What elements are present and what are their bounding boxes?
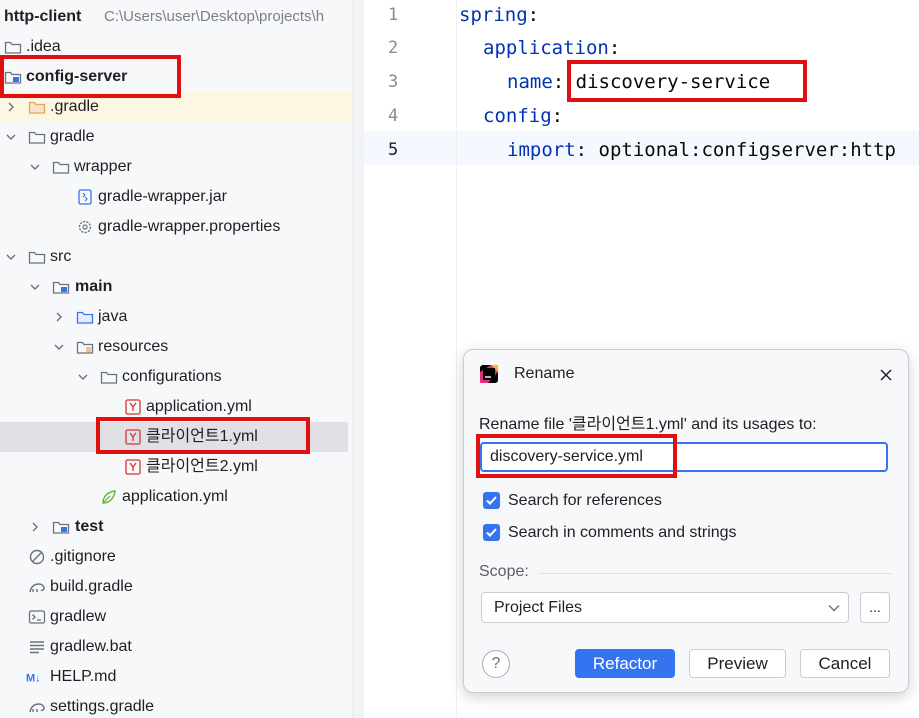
tree-item-settings-gradle[interactable]: settings.gradle: [0, 692, 352, 718]
folder-icon: [28, 101, 46, 114]
folder-icon: [28, 131, 46, 144]
refactor-button[interactable]: Refactor: [575, 649, 675, 678]
tree-item-client2-yml[interactable]: 클라이언트2.yml: [0, 452, 352, 482]
jar-file-icon: [78, 189, 92, 205]
project-name: http-client: [4, 8, 82, 25]
tree-item-gradlew-bat[interactable]: gradlew.bat: [0, 632, 352, 662]
tree-item-config-server[interactable]: config-server: [0, 62, 352, 92]
svg-text:M↓: M↓: [26, 673, 41, 685]
folder-icon: [52, 161, 70, 174]
folder-icon: [76, 311, 94, 324]
module-folder-icon: [52, 521, 70, 534]
module-folder-icon: [4, 71, 22, 84]
cancel-button[interactable]: Cancel: [800, 649, 890, 678]
code-line-1: spring:: [459, 4, 540, 26]
search-references-checkbox[interactable]: [483, 492, 500, 509]
tree-item-application-yml[interactable]: application.yml: [0, 392, 352, 422]
chevron-down-icon[interactable]: [6, 252, 16, 262]
gradle-icon: [29, 583, 45, 593]
line-gutter: 1 2 3 4 5: [364, 0, 456, 718]
chevron-down-icon[interactable]: [6, 132, 16, 142]
scope-more-button[interactable]: ...: [860, 592, 890, 623]
tree-item-main[interactable]: main: [0, 272, 352, 302]
code-line-4: config:: [483, 105, 564, 127]
tree-item-java[interactable]: java: [0, 302, 352, 332]
line-number: 4: [388, 106, 399, 126]
gutter-separator: [456, 0, 457, 718]
scope-select[interactable]: Project Files: [481, 592, 849, 623]
module-folder-icon: [52, 281, 70, 294]
chevron-down-icon: [828, 605, 840, 612]
chevron-right-icon[interactable]: [30, 522, 40, 532]
project-path: C:\Users\user\Desktop\projects\h: [104, 8, 325, 25]
tree-item-resources[interactable]: resources: [0, 332, 352, 362]
tree-item-dot-gradle[interactable]: .gradle: [0, 92, 352, 122]
tree-item-gradle[interactable]: gradle: [0, 122, 352, 152]
tree-item-gitignore[interactable]: .gitignore: [0, 542, 352, 572]
line-number: 2: [388, 38, 399, 58]
tree-item-help-md[interactable]: M↓ HELP.md: [0, 662, 352, 692]
resources-folder-icon: [76, 341, 94, 354]
tree-item-idea[interactable]: .idea: [0, 32, 352, 62]
line-number: 3: [388, 72, 399, 92]
new-name-input[interactable]: [480, 442, 888, 472]
panel-splitter[interactable]: [352, 0, 364, 718]
code-line-3: name: discovery-service: [507, 71, 771, 93]
preview-button[interactable]: Preview: [689, 649, 786, 678]
tree-item-gradle-wrapper-properties[interactable]: gradle-wrapper.properties: [0, 212, 352, 242]
yaml-file-icon: [125, 429, 141, 445]
jetbrains-icon: [480, 365, 498, 383]
search-references-label: Search for references: [508, 492, 662, 509]
folder-icon: [4, 41, 22, 54]
line-number: 1: [388, 5, 399, 25]
yaml-file-icon: [125, 459, 141, 475]
code-line-2: application:: [483, 37, 621, 59]
tree-item-configurations[interactable]: configurations: [0, 362, 352, 392]
code-line-5: import: optional:configserver:http: [507, 139, 896, 161]
folder-icon: [100, 371, 118, 384]
rename-prompt: Rename file '클라이언트1.yml' and its usages …: [479, 416, 817, 433]
tree-item-test[interactable]: test: [0, 512, 352, 542]
gradle-icon: [29, 703, 45, 713]
help-button[interactable]: ?: [482, 650, 510, 678]
tree-item-build-gradle[interactable]: build.gradle: [0, 572, 352, 602]
scope-select-value: Project Files: [494, 599, 583, 616]
chevron-down-icon[interactable]: [30, 282, 40, 292]
search-comments-label: Search in comments and strings: [508, 524, 737, 541]
chevron-down-icon[interactable]: [78, 372, 88, 382]
project-tree: http-client C:\Users\user\Desktop\projec…: [0, 0, 352, 718]
terminal-file-icon: [28, 610, 46, 624]
markdown-icon: M↓: [26, 673, 41, 685]
tree-item-gradle-wrapper-jar[interactable]: gradle-wrapper.jar: [0, 182, 352, 212]
checkmark-icon: [486, 528, 497, 537]
close-icon[interactable]: [879, 368, 893, 382]
chevron-down-icon[interactable]: [30, 162, 40, 172]
tree-item-main-application-yml[interactable]: application.yml: [0, 482, 352, 512]
tree-root[interactable]: http-client C:\Users\user\Desktop\projec…: [0, 2, 352, 32]
chevron-right-icon[interactable]: [6, 102, 16, 112]
tree-item-client1-yml[interactable]: 클라이언트1.yml: [0, 422, 348, 452]
folder-icon: [28, 251, 46, 264]
yaml-file-icon: [125, 399, 141, 415]
checkmark-icon: [486, 496, 497, 505]
rename-dialog: Rename Rename file '클라이언트1.yml' and its …: [463, 349, 909, 693]
tree-item-wrapper[interactable]: wrapper: [0, 152, 352, 182]
dialog-title: Rename: [514, 365, 575, 382]
search-comments-checkbox[interactable]: [483, 524, 500, 541]
spring-icon: [102, 490, 116, 504]
tree-item-src[interactable]: src: [0, 242, 352, 272]
settings-file-icon: [78, 220, 92, 234]
tree-item-gradlew[interactable]: gradlew: [0, 602, 352, 632]
text-file-icon: [30, 641, 44, 654]
gitignore-icon: [29, 549, 45, 565]
line-number: 5: [388, 140, 399, 160]
scope-separator: [538, 573, 892, 574]
scope-label: Scope:: [479, 563, 529, 580]
chevron-down-icon[interactable]: [54, 342, 64, 352]
chevron-right-icon[interactable]: [54, 312, 64, 322]
